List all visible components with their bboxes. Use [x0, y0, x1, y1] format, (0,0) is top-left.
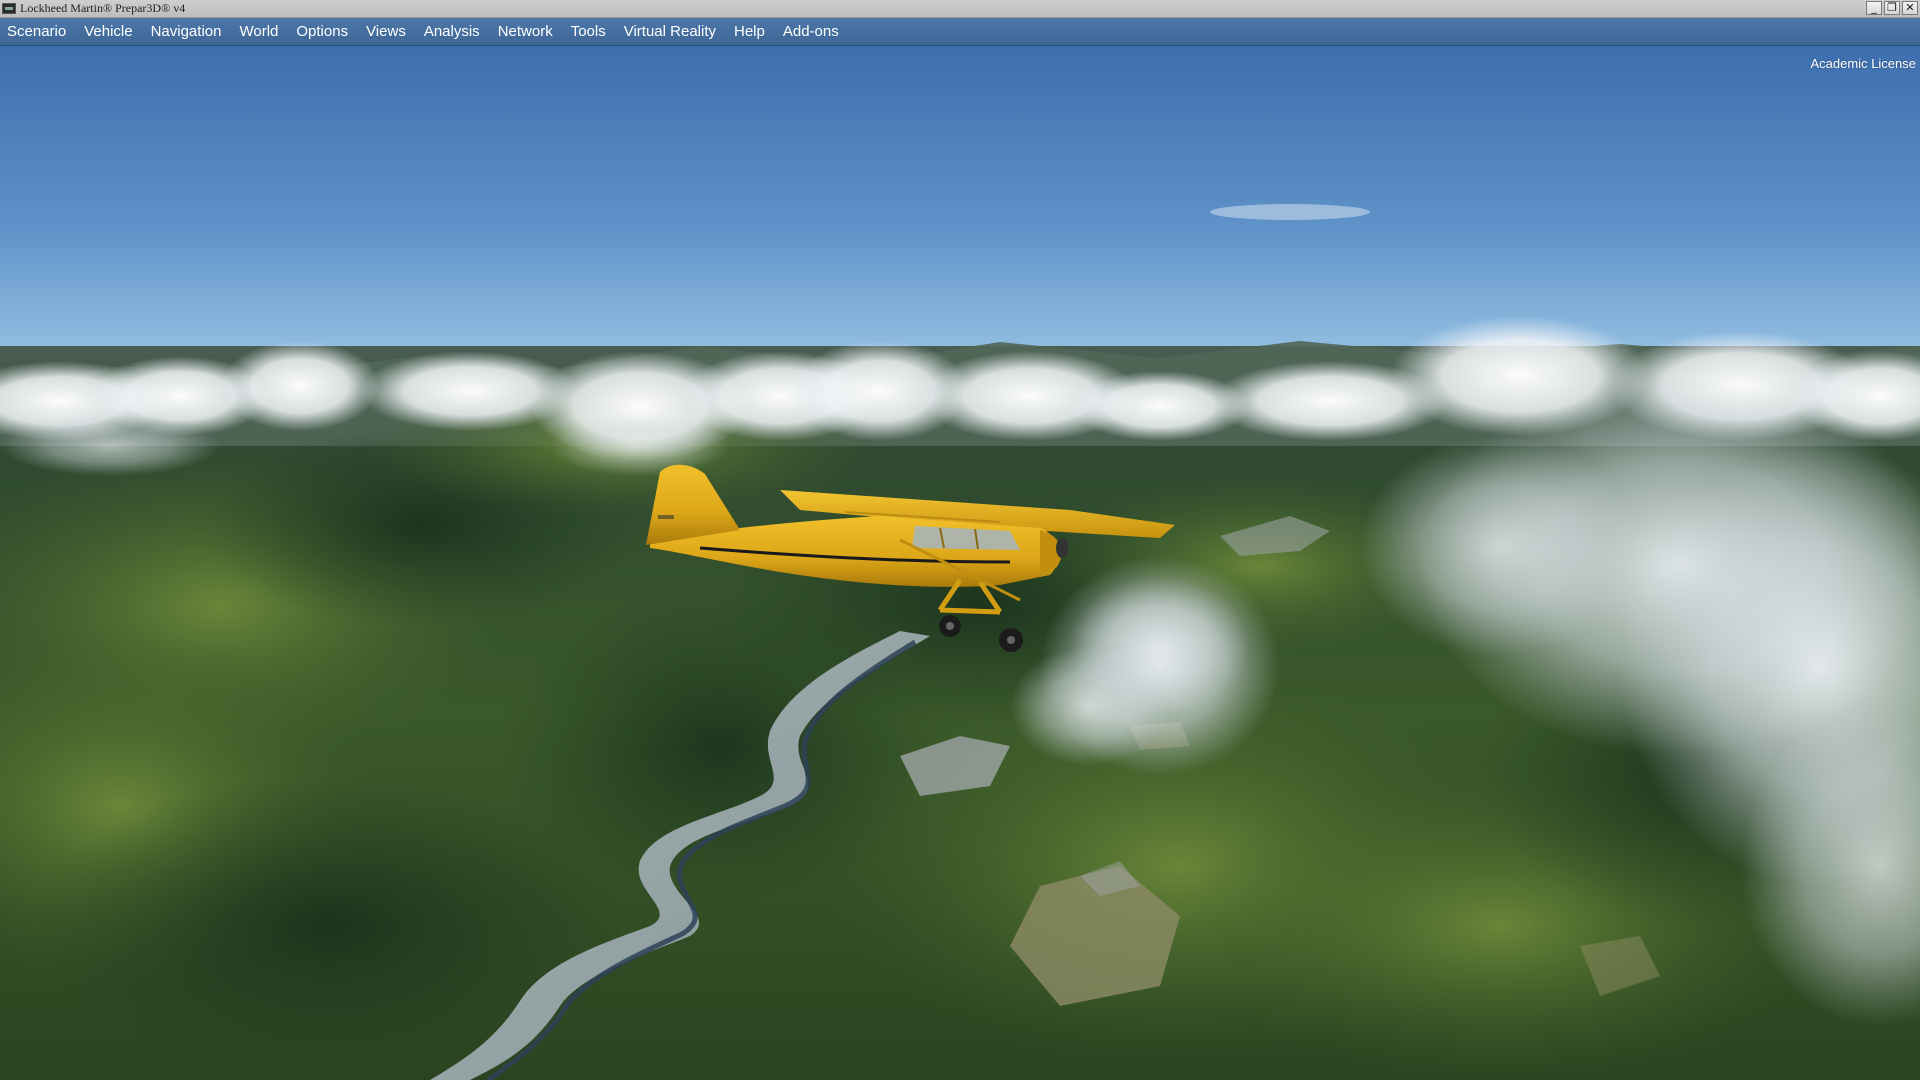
aircraft-propeller — [1056, 538, 1068, 558]
menu-network[interactable]: Network — [490, 18, 563, 45]
menu-vehicle[interactable]: Vehicle — [76, 18, 142, 45]
license-label: Academic License — [1810, 56, 1917, 71]
menu-help[interactable]: Help — [726, 18, 775, 45]
menu-tools[interactable]: Tools — [563, 18, 616, 45]
window-controls: _ ❐ ✕ — [1866, 1, 1918, 15]
simulation-viewport[interactable] — [0, 46, 1920, 1080]
minimize-button[interactable]: _ — [1866, 1, 1882, 15]
menu-views[interactable]: Views — [358, 18, 416, 45]
window-title: Lockheed Martin® Prepar3D® v4 — [20, 1, 186, 15]
menu-scenario[interactable]: Scenario — [0, 18, 76, 45]
close-button[interactable]: ✕ — [1902, 1, 1918, 15]
app-icon[interactable] — [2, 3, 16, 14]
menu-navigation[interactable]: Navigation — [143, 18, 232, 45]
simulator-window: Lockheed Martin® Prepar3D® v4 _ ❐ ✕ Scen… — [0, 0, 1920, 1080]
menu-world[interactable]: World — [231, 18, 288, 45]
menu-options[interactable]: Options — [288, 18, 358, 45]
title-bar[interactable]: Lockheed Martin® Prepar3D® v4 _ ❐ ✕ — [0, 0, 1920, 18]
menu-bar: Scenario Vehicle Navigation World Option… — [0, 18, 1920, 46]
menu-analysis[interactable]: Analysis — [416, 18, 490, 45]
restore-button[interactable]: ❐ — [1884, 1, 1900, 15]
menu-add-ons[interactable]: Add-ons — [775, 18, 849, 45]
menu-virtual-reality[interactable]: Virtual Reality — [616, 18, 726, 45]
high-cloud — [1210, 204, 1370, 220]
